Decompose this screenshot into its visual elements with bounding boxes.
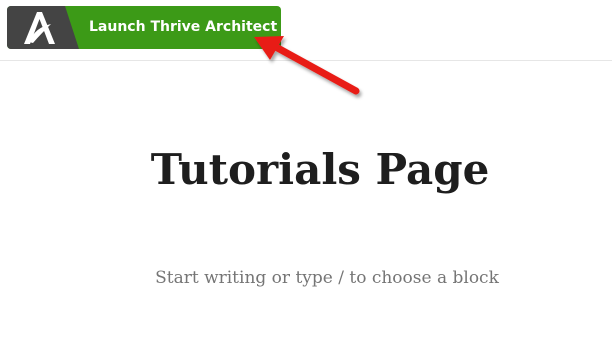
launch-thrive-architect-button[interactable]: Launch Thrive Architect	[7, 6, 281, 49]
block-placeholder[interactable]: Start writing or type / to choose a bloc…	[0, 268, 612, 288]
page-title[interactable]: Tutorials Page	[0, 145, 612, 194]
thrive-architect-logo-icon	[7, 6, 83, 49]
red-arrow-icon	[254, 36, 360, 95]
